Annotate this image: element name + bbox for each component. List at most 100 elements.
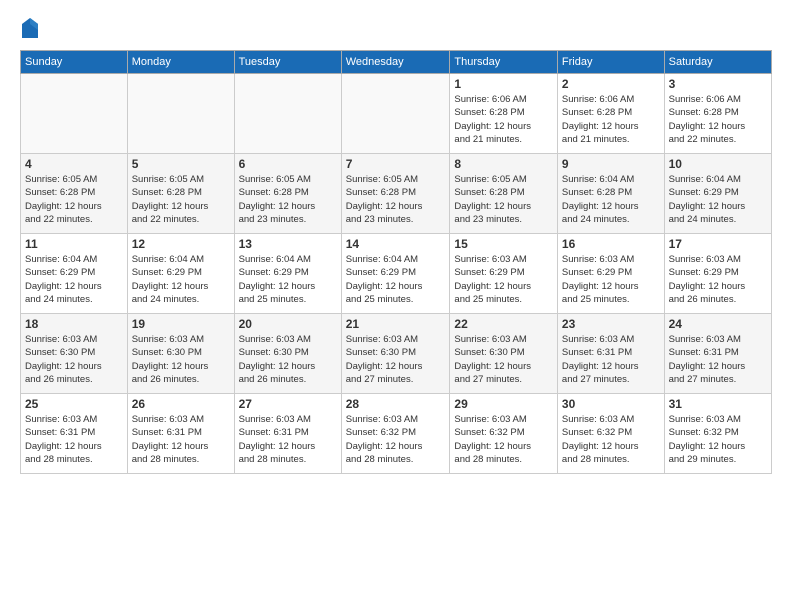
day-number: 9 [562, 157, 660, 171]
header [20, 16, 772, 40]
day-info: Sunrise: 6:03 AM Sunset: 6:32 PM Dayligh… [669, 413, 767, 466]
day-info: Sunrise: 6:03 AM Sunset: 6:31 PM Dayligh… [25, 413, 123, 466]
day-info: Sunrise: 6:03 AM Sunset: 6:32 PM Dayligh… [562, 413, 660, 466]
day-info: Sunrise: 6:03 AM Sunset: 6:30 PM Dayligh… [346, 333, 446, 386]
day-number: 5 [132, 157, 230, 171]
day-info: Sunrise: 6:05 AM Sunset: 6:28 PM Dayligh… [239, 173, 337, 226]
calendar-cell: 8 Sunrise: 6:05 AM Sunset: 6:28 PM Daylig… [450, 154, 558, 234]
day-info: Sunrise: 6:03 AM Sunset: 6:32 PM Dayligh… [454, 413, 553, 466]
calendar-cell [234, 74, 341, 154]
calendar-cell: 16 Sunrise: 6:03 AM Sunset: 6:29 PM Dayli… [557, 234, 664, 314]
calendar-week-2: 4 Sunrise: 6:05 AM Sunset: 6:28 PM Daylig… [21, 154, 772, 234]
calendar-cell: 13 Sunrise: 6:04 AM Sunset: 6:29 PM Dayli… [234, 234, 341, 314]
day-number: 17 [669, 237, 767, 251]
day-info: Sunrise: 6:04 AM Sunset: 6:28 PM Dayligh… [562, 173, 660, 226]
day-info: Sunrise: 6:06 AM Sunset: 6:28 PM Dayligh… [562, 93, 660, 146]
calendar-cell: 20 Sunrise: 6:03 AM Sunset: 6:30 PM Dayli… [234, 314, 341, 394]
calendar-cell [341, 74, 450, 154]
calendar-cell: 30 Sunrise: 6:03 AM Sunset: 6:32 PM Dayli… [557, 394, 664, 474]
calendar-cell: 29 Sunrise: 6:03 AM Sunset: 6:32 PM Dayli… [450, 394, 558, 474]
day-number: 19 [132, 317, 230, 331]
weekday-header-row: SundayMondayTuesdayWednesdayThursdayFrid… [21, 51, 772, 74]
day-number: 26 [132, 397, 230, 411]
calendar-cell: 17Sunrise: 6:03 AM Sunset: 6:29 PM Dayli… [664, 234, 771, 314]
day-number: 23 [562, 317, 660, 331]
weekday-sunday: Sunday [21, 51, 128, 74]
day-info: Sunrise: 6:03 AM Sunset: 6:30 PM Dayligh… [132, 333, 230, 386]
day-number: 22 [454, 317, 553, 331]
calendar-cell: 2Sunrise: 6:06 AM Sunset: 6:28 PM Daylig… [557, 74, 664, 154]
day-info: Sunrise: 6:05 AM Sunset: 6:28 PM Dayligh… [132, 173, 230, 226]
calendar-cell: 19 Sunrise: 6:03 AM Sunset: 6:30 PM Dayli… [127, 314, 234, 394]
calendar-cell: 12 Sunrise: 6:04 AM Sunset: 6:29 PM Dayli… [127, 234, 234, 314]
day-info: Sunrise: 6:04 AM Sunset: 6:29 PM Dayligh… [132, 253, 230, 306]
calendar-cell: 27Sunrise: 6:03 AM Sunset: 6:31 PM Dayli… [234, 394, 341, 474]
day-info: Sunrise: 6:03 AM Sunset: 6:31 PM Dayligh… [669, 333, 767, 386]
weekday-saturday: Saturday [664, 51, 771, 74]
day-number: 12 [132, 237, 230, 251]
day-number: 1 [454, 77, 553, 91]
day-info: Sunrise: 6:03 AM Sunset: 6:32 PM Dayligh… [346, 413, 446, 466]
day-number: 13 [239, 237, 337, 251]
day-info: Sunrise: 6:03 AM Sunset: 6:30 PM Dayligh… [25, 333, 123, 386]
calendar-week-5: 25 Sunrise: 6:03 AM Sunset: 6:31 PM Dayli… [21, 394, 772, 474]
day-info: Sunrise: 6:04 AM Sunset: 6:29 PM Dayligh… [239, 253, 337, 306]
calendar-cell: 18 Sunrise: 6:03 AM Sunset: 6:30 PM Dayli… [21, 314, 128, 394]
day-info: Sunrise: 6:06 AM Sunset: 6:28 PM Dayligh… [454, 93, 553, 146]
day-info: Sunrise: 6:03 AM Sunset: 6:29 PM Dayligh… [454, 253, 553, 306]
day-number: 4 [25, 157, 123, 171]
day-number: 20 [239, 317, 337, 331]
day-number: 7 [346, 157, 446, 171]
calendar-cell: 11 Sunrise: 6:04 AM Sunset: 6:29 PM Dayli… [21, 234, 128, 314]
day-info: Sunrise: 6:06 AM Sunset: 6:28 PM Dayligh… [669, 93, 767, 146]
day-number: 27 [239, 397, 337, 411]
calendar-cell [21, 74, 128, 154]
calendar-cell: 1 Sunrise: 6:06 AM Sunset: 6:28 PM Daylig… [450, 74, 558, 154]
calendar-cell: 24 Sunrise: 6:03 AM Sunset: 6:31 PM Dayli… [664, 314, 771, 394]
page: SundayMondayTuesdayWednesdayThursdayFrid… [0, 0, 792, 612]
day-number: 29 [454, 397, 553, 411]
day-number: 21 [346, 317, 446, 331]
day-info: Sunrise: 6:03 AM Sunset: 6:29 PM Dayligh… [562, 253, 660, 306]
weekday-thursday: Thursday [450, 51, 558, 74]
day-info: Sunrise: 6:03 AM Sunset: 6:30 PM Dayligh… [454, 333, 553, 386]
calendar-week-4: 18 Sunrise: 6:03 AM Sunset: 6:30 PM Dayli… [21, 314, 772, 394]
calendar-cell: 6 Sunrise: 6:05 AM Sunset: 6:28 PM Daylig… [234, 154, 341, 234]
day-info: Sunrise: 6:05 AM Sunset: 6:28 PM Dayligh… [454, 173, 553, 226]
day-info: Sunrise: 6:05 AM Sunset: 6:28 PM Dayligh… [346, 173, 446, 226]
calendar-cell: 31 Sunrise: 6:03 AM Sunset: 6:32 PM Dayli… [664, 394, 771, 474]
calendar-cell: 21 Sunrise: 6:03 AM Sunset: 6:30 PM Dayli… [341, 314, 450, 394]
day-info: Sunrise: 6:04 AM Sunset: 6:29 PM Dayligh… [346, 253, 446, 306]
calendar-cell: 4Sunrise: 6:05 AM Sunset: 6:28 PM Daylig… [21, 154, 128, 234]
calendar-table: SundayMondayTuesdayWednesdayThursdayFrid… [20, 50, 772, 474]
day-info: Sunrise: 6:03 AM Sunset: 6:30 PM Dayligh… [239, 333, 337, 386]
weekday-tuesday: Tuesday [234, 51, 341, 74]
day-number: 25 [25, 397, 123, 411]
day-number: 16 [562, 237, 660, 251]
calendar-cell: 14 Sunrise: 6:04 AM Sunset: 6:29 PM Dayli… [341, 234, 450, 314]
weekday-monday: Monday [127, 51, 234, 74]
day-info: Sunrise: 6:04 AM Sunset: 6:29 PM Dayligh… [669, 173, 767, 226]
day-number: 30 [562, 397, 660, 411]
weekday-friday: Friday [557, 51, 664, 74]
day-info: Sunrise: 6:04 AM Sunset: 6:29 PM Dayligh… [25, 253, 123, 306]
day-number: 31 [669, 397, 767, 411]
day-number: 24 [669, 317, 767, 331]
day-number: 6 [239, 157, 337, 171]
calendar-cell: 9 Sunrise: 6:04 AM Sunset: 6:28 PM Daylig… [557, 154, 664, 234]
calendar-week-3: 11 Sunrise: 6:04 AM Sunset: 6:29 PM Dayli… [21, 234, 772, 314]
day-number: 11 [25, 237, 123, 251]
day-number: 28 [346, 397, 446, 411]
day-number: 10 [669, 157, 767, 171]
day-number: 14 [346, 237, 446, 251]
calendar-cell: 26 Sunrise: 6:03 AM Sunset: 6:31 PM Dayli… [127, 394, 234, 474]
calendar-cell: 10 Sunrise: 6:04 AM Sunset: 6:29 PM Dayli… [664, 154, 771, 234]
day-number: 8 [454, 157, 553, 171]
calendar-cell [127, 74, 234, 154]
day-number: 18 [25, 317, 123, 331]
calendar-cell: 15Sunrise: 6:03 AM Sunset: 6:29 PM Dayli… [450, 234, 558, 314]
day-info: Sunrise: 6:03 AM Sunset: 6:31 PM Dayligh… [132, 413, 230, 466]
calendar-cell: 3Sunrise: 6:06 AM Sunset: 6:28 PM Daylig… [664, 74, 771, 154]
logo [20, 16, 44, 40]
calendar-cell: 25 Sunrise: 6:03 AM Sunset: 6:31 PM Dayli… [21, 394, 128, 474]
